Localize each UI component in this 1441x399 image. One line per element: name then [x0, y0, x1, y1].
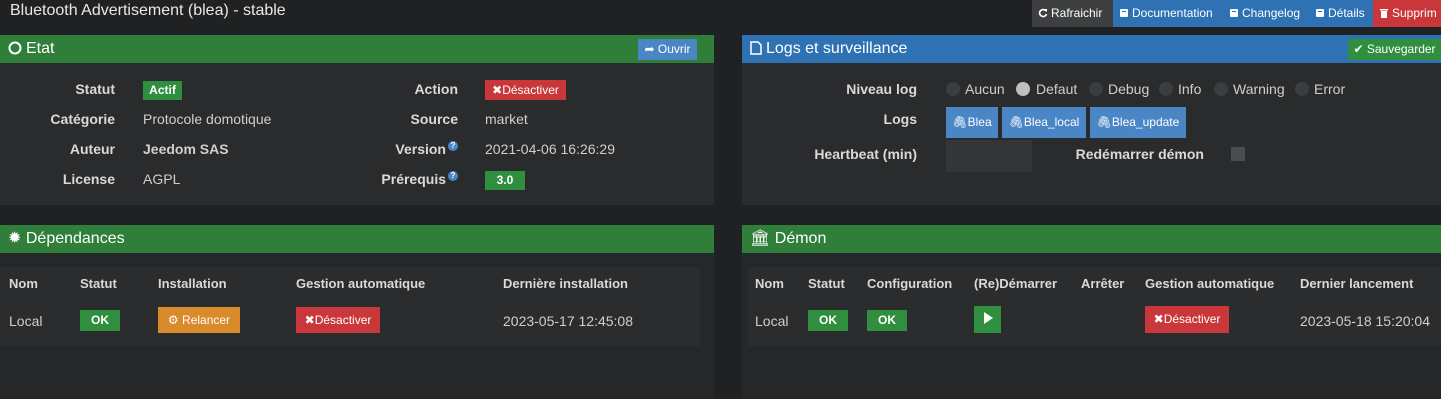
paperclip-icon: 🖇 — [952, 115, 968, 129]
share-icon: ➦ — [644, 42, 655, 56]
action-label: Action — [414, 81, 458, 97]
level-aucun-label: Aucun — [965, 81, 1005, 97]
dep-statut-badge: OK — [80, 310, 120, 331]
categorie-value: Protocole domotique — [143, 111, 272, 127]
source-label: Source — [410, 111, 458, 127]
logs-label: Logs — [883, 111, 917, 127]
refresh-button[interactable]: Rafraichir — [1032, 0, 1113, 27]
col-statut: Statut — [80, 276, 117, 291]
level-info-label: Info — [1178, 81, 1202, 97]
heartbeat-input[interactable] — [946, 140, 1032, 172]
prerequis-label: Prérequis? — [300, 171, 458, 187]
demon-nom: Local — [755, 313, 789, 329]
restart-daemon-checkbox[interactable] — [1231, 147, 1245, 161]
level-defaut-label: Defaut — [1036, 81, 1078, 97]
radio-warning[interactable] — [1214, 82, 1228, 96]
paperclip-icon: 🖇 — [1008, 115, 1024, 129]
demon-deactivate-button[interactable]: ✖Désactiver — [1145, 306, 1229, 333]
logs-header: Logs et surveillance — [742, 35, 1441, 63]
level-warning-label: Warning — [1233, 81, 1285, 97]
categorie-label: Catégorie — [50, 111, 115, 127]
close-icon: ✖ — [1153, 312, 1164, 326]
etat-header: Etat — [0, 35, 714, 63]
statut-badge: Actif — [143, 81, 182, 100]
license-label: License — [62, 171, 115, 187]
play-icon — [983, 312, 993, 324]
col-installation: Installation — [158, 276, 227, 291]
dep-nom: Local — [9, 313, 43, 329]
radio-aucun[interactable] — [946, 82, 960, 96]
radio-defaut[interactable] — [1016, 82, 1030, 96]
details-button[interactable]: Détails — [1309, 0, 1373, 27]
radio-debug[interactable] — [1089, 82, 1103, 96]
log-blea-local-button[interactable]: 🖇Blea_local — [1002, 107, 1086, 138]
version-value: 2021-04-06 16:26:29 — [485, 141, 615, 157]
delete-button[interactable]: Supprim — [1373, 0, 1441, 27]
license-value: AGPL — [143, 171, 181, 187]
restart-daemon-label: Redémarrer démon — [1075, 146, 1204, 162]
col-redemarrer: (Re)Démarrer — [974, 276, 1058, 291]
heartbeat-label: Heartbeat (min) — [814, 146, 917, 162]
close-icon: ✖ — [304, 313, 315, 327]
col-nom: Nom — [755, 276, 784, 291]
auteur-label: Auteur — [69, 141, 115, 157]
demon-statut-badge: OK — [808, 310, 848, 331]
save-button[interactable]: ✔ Sauvegarder — [1348, 39, 1441, 60]
dep-derniere: 2023-05-17 12:45:08 — [503, 313, 633, 329]
level-debug-label: Debug — [1108, 81, 1150, 97]
col-dernier: Dernier lancement — [1300, 276, 1414, 291]
paperclip-icon: 🖇 — [1096, 115, 1112, 129]
niveau-log-label: Niveau log — [846, 81, 917, 97]
col-gestion: Gestion automatique — [296, 276, 426, 291]
statut-label: Statut — [75, 81, 115, 97]
close-icon: ✖ — [492, 83, 503, 97]
start-daemon-button[interactable] — [974, 306, 1001, 333]
trash-icon — [1380, 9, 1388, 18]
dep-deactivate-button[interactable]: ✖Désactiver — [296, 307, 380, 333]
book-icon — [1120, 9, 1128, 17]
log-blea-update-button[interactable]: 🖇Blea_update — [1090, 107, 1186, 138]
dependances-header: ✹ Dépendances — [0, 225, 714, 253]
col-configuration: Configuration — [867, 276, 953, 291]
radio-error[interactable] — [1295, 82, 1309, 96]
col-arreter: Arrêter — [1081, 276, 1125, 291]
bicycle-icon: ⚙ — [167, 313, 179, 327]
relancer-button[interactable]: ⚙ Relancer — [158, 307, 240, 333]
page-title: Bluetooth Advertisement (blea) - stable — [10, 2, 286, 19]
col-statut: Statut — [808, 276, 845, 291]
log-blea-button[interactable]: 🖇Blea — [946, 107, 998, 138]
radio-info[interactable] — [1159, 82, 1173, 96]
documentation-button[interactable]: Documentation — [1113, 0, 1223, 27]
help-icon[interactable]: ? — [448, 141, 458, 151]
bank-icon: 🏛 — [750, 230, 771, 247]
version-label: Version? — [300, 141, 458, 157]
demon-dernier: 2023-05-18 15:20:04 — [1300, 313, 1430, 329]
prerequis-badge: 3.0 — [485, 171, 525, 190]
col-gestion: Gestion automatique — [1145, 276, 1275, 291]
demon-config-badge: OK — [867, 310, 907, 331]
col-derniere: Dernière installation — [503, 276, 628, 291]
auteur-value: Jeedom SAS — [143, 141, 229, 157]
demon-header: 🏛 Démon — [742, 225, 1441, 253]
book-icon — [1230, 9, 1238, 17]
changelog-button[interactable]: Changelog — [1223, 0, 1309, 27]
file-icon — [750, 41, 762, 55]
check-circle-icon: ✔ — [1353, 42, 1364, 56]
source-value: market — [485, 111, 528, 127]
gear-icon: ✹ — [8, 230, 22, 247]
refresh-icon — [1038, 8, 1048, 18]
power-icon — [8, 41, 22, 55]
col-nom: Nom — [9, 276, 38, 291]
deactivate-plugin-button[interactable]: ✖Désactiver — [485, 80, 566, 100]
help-icon[interactable]: ? — [448, 171, 458, 181]
book-icon — [1316, 9, 1324, 17]
open-button[interactable]: ➦ Ouvrir — [638, 39, 697, 60]
level-error-label: Error — [1314, 81, 1346, 97]
